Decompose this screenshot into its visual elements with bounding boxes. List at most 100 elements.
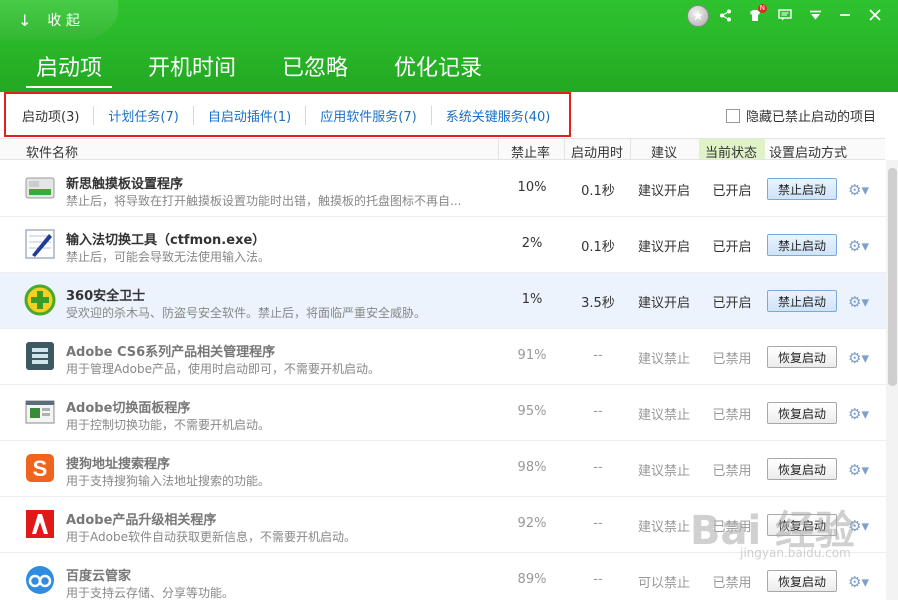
item-name: Adobe切换面板程序 xyxy=(66,401,191,416)
col-rate[interactable]: 禁止率 xyxy=(511,142,550,161)
item-suggest: 建议开启 xyxy=(637,240,690,255)
item-desc: 受欢迎的杀木马、防盗号安全软件。禁止后，将面临严重安全威胁。 xyxy=(66,306,427,320)
tab-boot-time[interactable]: 开机时间 xyxy=(138,50,246,88)
list-item[interactable]: S 搜狗地址搜索程序 用于支持搜狗输入法地址搜索的功能。 98% -- 建议禁止… xyxy=(0,441,886,497)
item-time: 3.5秒 xyxy=(581,296,615,311)
item-desc: 用于控制切换功能，不需要开机启动。 xyxy=(66,418,271,432)
list-item[interactable]: 输入法切换工具（ctfmon.exe） 禁止后，可能会导致无法使用输入法。 2%… xyxy=(0,217,886,273)
ban-startup-button[interactable]: 禁止启动 xyxy=(767,234,837,256)
list-item[interactable]: Adobe切换面板程序 用于控制切换功能，不需要开机启动。 95% -- 建议禁… xyxy=(0,385,886,441)
item-rate: 95% xyxy=(517,404,547,419)
col-divider xyxy=(498,139,499,159)
item-time: -- xyxy=(593,516,603,531)
adobe-manager-icon xyxy=(24,340,56,372)
item-desc: 用于管理Adobe产品，使用时启动即可，不需要开机启动。 xyxy=(66,362,380,376)
item-status: 已开启 xyxy=(712,184,752,199)
restore-startup-button[interactable]: 恢复启动 xyxy=(767,402,837,424)
col-suggest[interactable]: 建议 xyxy=(651,142,677,161)
item-name: Adobe CS6系列产品相关管理程序 xyxy=(66,345,276,360)
item-status: 已禁用 xyxy=(712,464,752,479)
ban-startup-button[interactable]: 禁止启动 xyxy=(767,290,837,312)
collapse-button[interactable]: ↓ 收 起 xyxy=(0,0,118,40)
gear-dropdown-icon[interactable]: ⚙▾ xyxy=(848,181,869,199)
item-rate: 2% xyxy=(521,236,543,251)
item-rate: 89% xyxy=(517,572,547,587)
gear-dropdown-icon[interactable]: ⚙▾ xyxy=(848,517,869,535)
tab-ignored[interactable]: 已忽略 xyxy=(272,50,358,88)
item-desc: 禁止后，将导致在打开触摸板设置功能时出错，触摸板的托盘图标不再自... xyxy=(66,194,462,208)
gear-dropdown-icon[interactable]: ⚙▾ xyxy=(848,237,869,255)
star-badge-icon[interactable]: ★ xyxy=(687,5,709,27)
gear-dropdown-icon[interactable]: ⚙▾ xyxy=(848,573,869,591)
restore-startup-button[interactable]: 恢复启动 xyxy=(767,514,837,536)
tab-startup[interactable]: 启动项 xyxy=(26,50,113,88)
subtab-startup[interactable]: 启动项(3) xyxy=(12,106,93,125)
list-item[interactable]: 新思触摸板设置程序 禁止后，将导致在打开触摸板设置功能时出错，触摸板的托盘图标不… xyxy=(0,161,886,217)
sogou-icon: S xyxy=(24,452,56,484)
subtab-autostart-plugins[interactable]: 自启动插件(1) xyxy=(192,106,305,125)
restore-startup-button[interactable]: 恢复启动 xyxy=(767,458,837,480)
item-name: Adobe产品升级相关程序 xyxy=(66,513,217,528)
gear-dropdown-icon[interactable]: ⚙▾ xyxy=(848,461,869,479)
ban-startup-button[interactable]: 禁止启动 xyxy=(767,178,837,200)
list-item[interactable]: Adobe产品升级相关程序 用于Adobe软件自动获取更新信息，不需要开机启动。… xyxy=(0,497,886,553)
list-item[interactable]: 百度云管家 用于支持云存储、分享等功能。 89% -- 可以禁止 已禁用 恢复启… xyxy=(0,553,886,600)
sub-tabs: 启动项(3) 计划任务(7) 自启动插件(1) 应用软件服务(7) 系统关键服务… xyxy=(12,106,564,125)
item-time: -- xyxy=(593,572,603,587)
restore-startup-button[interactable]: 恢复启动 xyxy=(767,346,837,368)
minimize-icon[interactable] xyxy=(830,4,860,26)
share-icon[interactable] xyxy=(710,4,740,26)
scrollbar-thumb[interactable] xyxy=(888,168,897,386)
gear-dropdown-icon[interactable]: ⚙▾ xyxy=(848,349,869,367)
item-time: -- xyxy=(593,348,603,363)
item-time: 0.1秒 xyxy=(581,184,615,199)
pen-icon xyxy=(24,228,56,260)
hide-disabled-checkbox[interactable] xyxy=(725,108,740,123)
tab-optimize-log[interactable]: 优化记录 xyxy=(384,50,492,88)
svg-text:S: S xyxy=(33,456,48,481)
item-suggest: 建议禁止 xyxy=(637,352,690,367)
item-time: -- xyxy=(593,460,603,475)
skin-icon[interactable]: N xyxy=(740,4,770,26)
item-desc: 禁止后，可能会导致无法使用输入法。 xyxy=(66,250,271,264)
close-icon[interactable] xyxy=(860,4,890,26)
list-item[interactable]: Adobe CS6系列产品相关管理程序 用于管理Adobe产品，使用时启动即可，… xyxy=(0,329,886,385)
touchpad-icon xyxy=(24,172,56,204)
main-tabs: 启动项 开机时间 已忽略 优化记录 xyxy=(26,50,492,88)
hide-disabled-label: 隐藏已禁止启动的项目 xyxy=(745,110,876,125)
hide-disabled-option[interactable]: 隐藏已禁止启动的项目 xyxy=(725,106,876,125)
item-suggest: 建议禁止 xyxy=(637,464,690,479)
item-suggest: 可以禁止 xyxy=(637,576,690,591)
subtab-system-services[interactable]: 系统关键服务(40) xyxy=(430,106,565,125)
restore-startup-button[interactable]: 恢复启动 xyxy=(767,570,837,592)
column-header: 软件名称 禁止率 启动用时 建议 当前状态 设置启动方式 xyxy=(0,138,885,161)
item-status: 已开启 xyxy=(712,240,752,255)
item-name: 搜狗地址搜索程序 xyxy=(66,457,171,472)
col-name[interactable]: 软件名称 xyxy=(26,142,78,161)
item-name: 新思触摸板设置程序 xyxy=(66,177,184,192)
item-time: 0.1秒 xyxy=(581,240,615,255)
startup-list: 新思触摸板设置程序 禁止后，将导致在打开触摸板设置功能时出错，触摸板的托盘图标不… xyxy=(0,161,886,600)
item-status: 已禁用 xyxy=(712,352,752,367)
item-desc: 用于Adobe软件自动获取更新信息，不需要开机启动。 xyxy=(66,530,356,544)
item-name: 360安全卫士 xyxy=(66,289,146,304)
item-rate: 1% xyxy=(521,292,543,307)
item-rate: 98% xyxy=(517,460,547,475)
collapse-label: 收 起 xyxy=(47,13,80,29)
item-status: 已开启 xyxy=(712,296,752,311)
item-suggest: 建议禁止 xyxy=(637,520,690,535)
adobe-icon xyxy=(24,508,56,540)
menu-icon[interactable] xyxy=(800,4,830,26)
subtab-app-services[interactable]: 应用软件服务(7) xyxy=(305,106,430,125)
item-status: 已禁用 xyxy=(712,408,752,423)
col-divider xyxy=(564,139,565,159)
feedback-icon[interactable] xyxy=(770,4,800,26)
col-time[interactable]: 启动用时 xyxy=(571,142,623,161)
notification-badge: N xyxy=(757,4,767,13)
subtab-scheduled-tasks[interactable]: 计划任务(7) xyxy=(93,106,192,125)
list-item[interactable]: 360安全卫士 受欢迎的杀木马、防盗号安全软件。禁止后，将面临严重安全威胁。 1… xyxy=(0,273,886,329)
col-status[interactable]: 当前状态 xyxy=(705,142,757,161)
gear-dropdown-icon[interactable]: ⚙▾ xyxy=(848,293,869,311)
down-arrow-icon: ↓ xyxy=(18,10,32,30)
gear-dropdown-icon[interactable]: ⚙▾ xyxy=(848,405,869,423)
